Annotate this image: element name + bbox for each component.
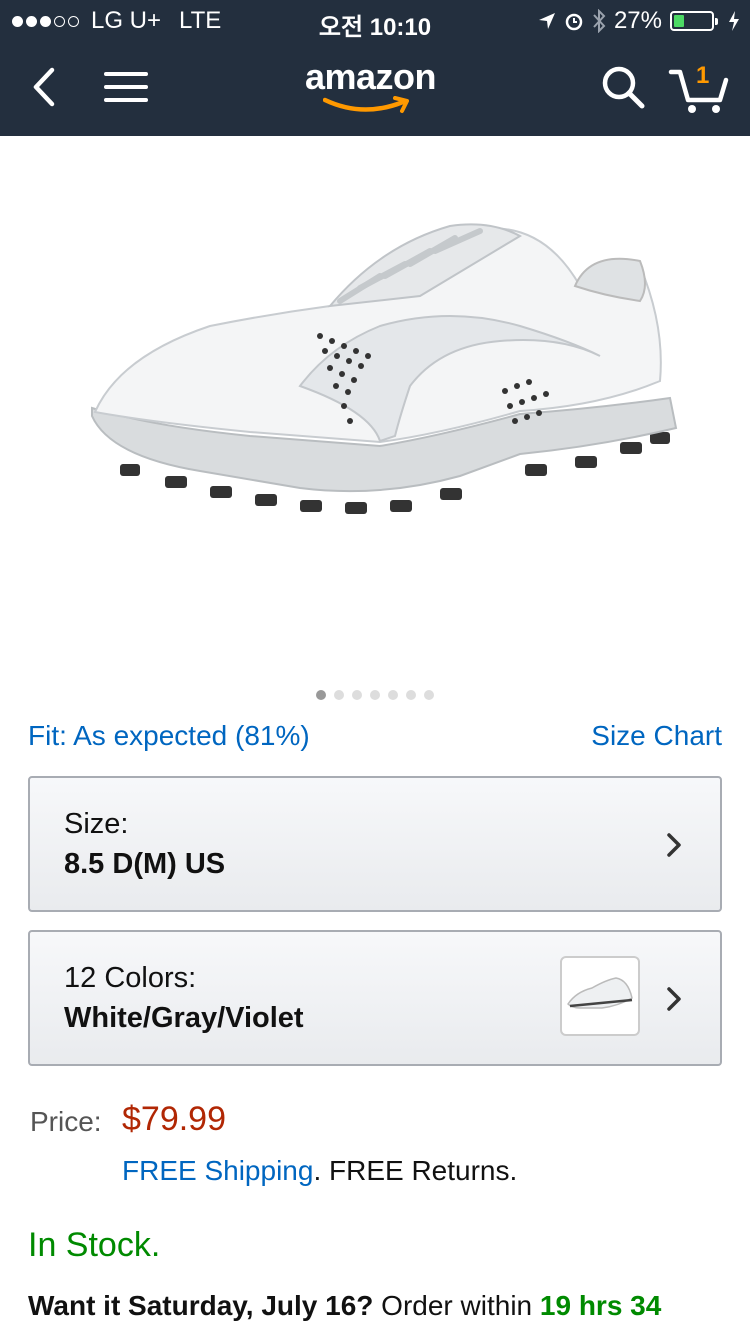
color-swatch-thumbnail — [560, 956, 640, 1036]
shoe-thumbnail-icon — [567, 977, 633, 1009]
cart-count: 1 — [696, 62, 710, 89]
back-button[interactable] — [26, 62, 66, 112]
delivery-countdown: 19 hrs 34 — [539, 1290, 662, 1321]
logo-text: amazon — [305, 56, 437, 97]
pagination-dot[interactable] — [424, 690, 434, 700]
charging-bolt-icon — [729, 11, 739, 31]
chevron-left-icon — [33, 67, 55, 107]
pagination-dot[interactable] — [406, 690, 416, 700]
shipping-info: FREE Shipping. FREE Returns. — [122, 1155, 517, 1187]
search-icon — [602, 66, 645, 109]
size-chart-link[interactable]: Size Chart — [591, 720, 722, 752]
battery-icon — [670, 11, 718, 31]
color-value: White/Gray/Violet — [64, 1002, 304, 1034]
golf-shoe-image — [91, 223, 678, 514]
delivery-info: Want it Saturday, July 16? Order within … — [28, 1290, 661, 1322]
size-value: 8.5 D(M) US — [64, 848, 226, 880]
price-value: $79.99 — [122, 1100, 226, 1138]
color-label: 12 Colors: — [64, 962, 197, 994]
battery-percent: 27% — [613, 7, 662, 34]
free-shipping-link[interactable]: FREE Shipping — [122, 1155, 313, 1186]
size-selector[interactable]: Size: 8.5 D(M) US — [28, 776, 722, 912]
pagination-dot[interactable] — [316, 690, 326, 700]
pagination-dot[interactable] — [388, 690, 398, 700]
location-arrow-icon — [538, 13, 555, 29]
pagination-dot[interactable] — [352, 690, 362, 700]
stock-status: In Stock. — [28, 1226, 161, 1264]
delivery-date: Want it Saturday, July 16? — [28, 1290, 374, 1321]
battery-fill — [674, 15, 684, 27]
fit-link[interactable]: Fit: As expected (81%) — [28, 720, 310, 752]
alarm-icon — [565, 13, 583, 31]
product-image[interactable] — [0, 136, 750, 676]
image-pagination[interactable] — [0, 690, 750, 700]
color-selector[interactable]: 12 Colors: White/Gray/Violet — [28, 930, 722, 1066]
price-label: Price: — [30, 1106, 102, 1137]
size-label: Size: — [64, 808, 129, 840]
nav-bar: amazon 1 — [0, 40, 750, 136]
status-right: 27% — [538, 7, 740, 35]
delivery-order-within: Order within — [373, 1290, 540, 1321]
pagination-dot[interactable] — [334, 690, 344, 700]
search-button[interactable] — [600, 64, 646, 110]
amazon-logo[interactable]: amazon — [305, 56, 447, 116]
bluetooth-icon — [593, 9, 606, 33]
chevron-right-icon — [667, 987, 681, 1011]
smile-icon — [323, 96, 409, 113]
free-returns-text: . FREE Returns. — [313, 1155, 518, 1186]
hamburger-icon — [104, 66, 148, 102]
status-bar: LG U+ LTE 오전 10:10 27% — [0, 0, 750, 41]
menu-button[interactable] — [104, 66, 148, 106]
cart-button[interactable]: 1 — [668, 60, 730, 116]
pagination-dot[interactable] — [370, 690, 380, 700]
chevron-right-icon — [667, 833, 681, 857]
